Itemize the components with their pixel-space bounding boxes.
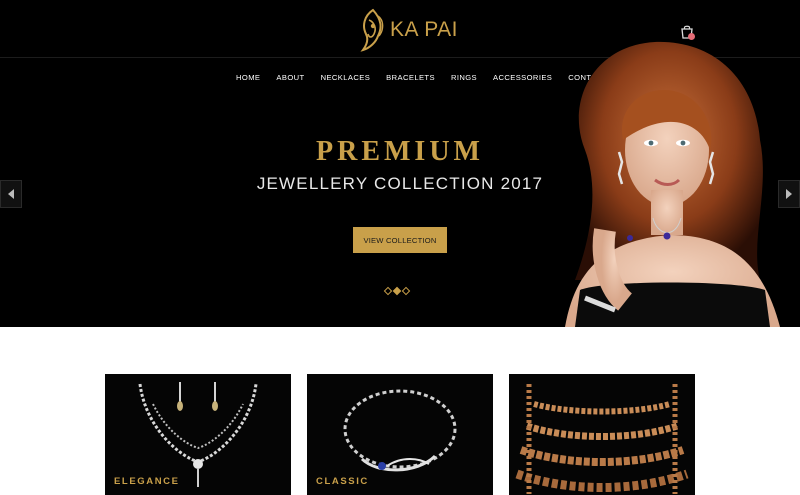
category-tile-classic[interactable]: CLASSIC <box>307 374 493 495</box>
chevron-left-icon <box>8 189 14 199</box>
cart-count-badge <box>688 33 695 40</box>
brand-logo[interactable]: KA PAI <box>360 8 458 52</box>
nav-bracelets[interactable]: BRACELETS <box>378 72 443 84</box>
nav-rings[interactable]: RINGS <box>443 72 485 84</box>
slider-prev-button[interactable] <box>0 180 22 208</box>
slider-pagination <box>383 286 411 296</box>
hero-model-image <box>565 41 780 327</box>
hero-subtitle: JEWELLERY COLLECTION 2017 <box>256 174 544 193</box>
category-tile-third[interactable] <box>509 374 695 495</box>
brand-name: KA PAI <box>390 18 458 41</box>
slide-dot-1[interactable] <box>383 286 393 296</box>
view-collection-button[interactable]: VIEW COLLECTION <box>353 227 447 253</box>
category-label: ELEGANCE <box>114 476 180 487</box>
hero-slider: KA PAI HOME ABOUT NECKLACES BRACELETS RI… <box>0 0 800 327</box>
category-label: CLASSIC <box>316 476 369 487</box>
slide-dot-2[interactable] <box>392 286 402 296</box>
nav-necklaces[interactable]: NECKLACES <box>313 72 379 84</box>
gold-necklace-image <box>515 384 689 494</box>
slider-next-button[interactable] <box>778 180 800 208</box>
category-tile-elegance[interactable]: ELEGANCE <box>105 374 291 495</box>
chevron-right-icon <box>786 189 792 199</box>
nav-home[interactable]: HOME <box>228 72 268 84</box>
slide-dot-3[interactable] <box>401 286 411 296</box>
nav-about[interactable]: ABOUT <box>268 72 312 84</box>
logo-emblem-icon <box>360 8 384 52</box>
hero-title: PREMIUM <box>316 136 484 167</box>
